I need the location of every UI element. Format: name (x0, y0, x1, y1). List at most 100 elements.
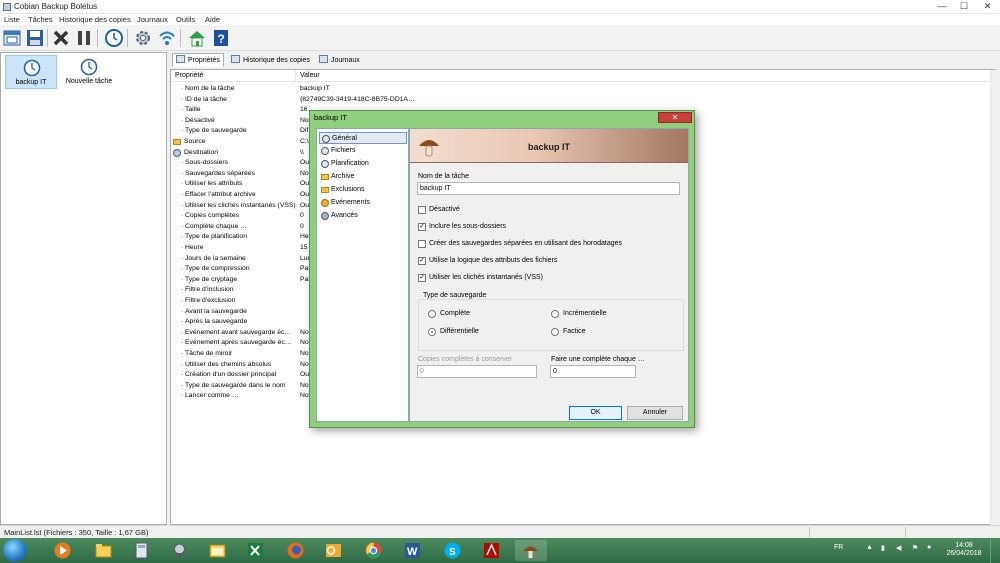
property-row[interactable]: · ID de la tâche {82749C39-3419-418C-8B75-… (171, 95, 991, 106)
home-icon[interactable] (187, 28, 207, 48)
tab-proprietes[interactable]: Propriétés (172, 53, 224, 67)
checkbox-desactive[interactable] (418, 206, 426, 214)
tab-strip: Propriétés Historique des copies Journau… (170, 52, 1000, 68)
menu-aide[interactable]: Aide (205, 15, 220, 24)
nav-general[interactable]: Général (319, 132, 407, 144)
nav-fichiers[interactable]: Fichiers (319, 145, 407, 157)
bullet-icon: · (181, 265, 184, 273)
radio-differentielle[interactable] (428, 328, 436, 336)
show-desktop-button[interactable] (990, 538, 1000, 563)
column-header-property[interactable]: Propriété (175, 72, 203, 79)
vertical-scrollbar[interactable] (990, 70, 999, 525)
taskbar-app[interactable] (202, 540, 234, 561)
taskbar-app[interactable] (164, 540, 196, 561)
taskbar-app-active[interactable] (515, 540, 547, 561)
ok-button[interactable]: OK (569, 406, 622, 420)
taskbar-clock[interactable]: 14:08 26/04/2018 (946, 542, 982, 558)
close-button[interactable]: ✕ (975, 0, 1000, 13)
flag-icon[interactable]: ⚑ (912, 544, 918, 552)
menu-liste[interactable]: Liste (4, 15, 20, 24)
radio-label: Complète (440, 310, 470, 317)
bullet-icon: · (181, 350, 184, 357)
task-name-label: Nom de la tâche (418, 173, 469, 180)
network-icon[interactable]: ▮ (881, 544, 885, 552)
checkbox-attributs[interactable]: ✓ (418, 257, 426, 265)
settings-icon[interactable] (133, 28, 153, 48)
tab-historique[interactable]: Historique des copies (227, 53, 314, 67)
menu-journaux[interactable]: Journaux (137, 15, 168, 24)
nav-exclusions[interactable]: Exclusions (319, 184, 407, 196)
task-name-input[interactable]: backup IT (417, 182, 680, 195)
taskbar-app[interactable] (280, 540, 312, 561)
property-value: backup IT (300, 85, 330, 92)
cancel-button[interactable]: Annuler (627, 406, 683, 420)
taskbar-app[interactable]: S (437, 540, 469, 561)
task-item[interactable]: Nouvelle tâche (63, 55, 115, 89)
network-drive-icon (173, 148, 181, 157)
toolbar-separator (180, 29, 181, 47)
pause-icon[interactable] (74, 28, 94, 48)
maximize-button[interactable]: ☐ (954, 0, 974, 13)
property-key: Sauvegardes séparées (185, 169, 255, 177)
exclusions-icon (321, 187, 329, 193)
wifi-icon[interactable] (157, 28, 177, 48)
full-copies-label: Copies complètes à conserver (418, 356, 513, 363)
bullet-icon: · (181, 233, 184, 241)
nav-evenements[interactable]: Evénements (319, 197, 407, 209)
property-key: Lancer comme … (185, 392, 239, 400)
bullet-icon: · (181, 392, 184, 400)
nav-planification[interactable]: Planification (319, 158, 407, 170)
start-button[interactable] (3, 539, 27, 562)
column-divider[interactable] (295, 70, 296, 82)
column-header-value[interactable]: Valeur (300, 72, 320, 79)
taskbar-app[interactable] (88, 540, 120, 561)
taskbar-app[interactable] (318, 540, 350, 561)
radio-complete[interactable] (428, 310, 436, 318)
minimize-button[interactable]: — (932, 0, 952, 13)
new-list-icon[interactable] (2, 28, 22, 48)
checkbox-sous-dossiers[interactable]: ✓ (418, 223, 426, 231)
checkbox-vss[interactable]: ✓ (418, 274, 426, 282)
radio-incrementielle[interactable] (551, 310, 559, 318)
bullet-icon: · (181, 127, 184, 135)
help-icon[interactable]: ? (211, 28, 231, 48)
toolbar-separator (47, 29, 48, 47)
taskbar-app[interactable] (476, 540, 508, 561)
tab-journaux[interactable]: Journaux (315, 53, 364, 67)
property-key: Sous-dossiers (185, 159, 229, 167)
checkbox-label: Inclure les sous-dossiers (429, 223, 507, 230)
nav-avances[interactable]: Avancés (319, 210, 407, 222)
language-indicator[interactable]: FR (834, 544, 843, 551)
save-icon[interactable] (25, 28, 45, 48)
calculator-icon (135, 542, 148, 559)
dialog-close-button[interactable]: ✕ (658, 112, 692, 123)
menu-taches[interactable]: Tâches (28, 15, 53, 24)
status-divider (809, 527, 810, 538)
delete-icon[interactable] (51, 28, 71, 48)
checkbox-label: Désactivé (429, 206, 460, 213)
bullet-icon: · (181, 191, 184, 198)
taskbar-app[interactable] (358, 540, 390, 561)
radio-factice[interactable] (551, 328, 559, 336)
full-copies-input[interactable]: 0 (417, 365, 537, 378)
property-key: Utiliser les clichés instantanés (VSS) (185, 201, 296, 209)
taskbar-app[interactable] (240, 540, 272, 561)
nav-label: Général (332, 135, 357, 142)
menu-outils[interactable]: Outils (176, 15, 195, 24)
full-every-input[interactable]: 0 (550, 365, 636, 378)
taskbar-app[interactable] (126, 540, 158, 561)
taskbar-app[interactable]: W (397, 540, 429, 561)
volume-icon[interactable]: ◀ (896, 544, 901, 552)
nav-archive[interactable]: Archive (319, 171, 407, 183)
property-row[interactable]: · Nom de la tâche backup IT (171, 84, 991, 95)
clock-icon[interactable] (104, 28, 124, 48)
folder-icon (173, 139, 181, 145)
svg-text:?: ? (218, 32, 225, 46)
task-item[interactable]: backup IT (5, 55, 57, 89)
checkbox-horodatages[interactable] (418, 240, 426, 248)
menu-historique[interactable]: Historique des copies (59, 15, 131, 24)
update-icon[interactable]: ● (927, 544, 931, 551)
tray-chevron-icon[interactable]: ▲ (866, 544, 873, 551)
taskbar-app[interactable] (47, 540, 79, 561)
general-icon (322, 135, 330, 143)
